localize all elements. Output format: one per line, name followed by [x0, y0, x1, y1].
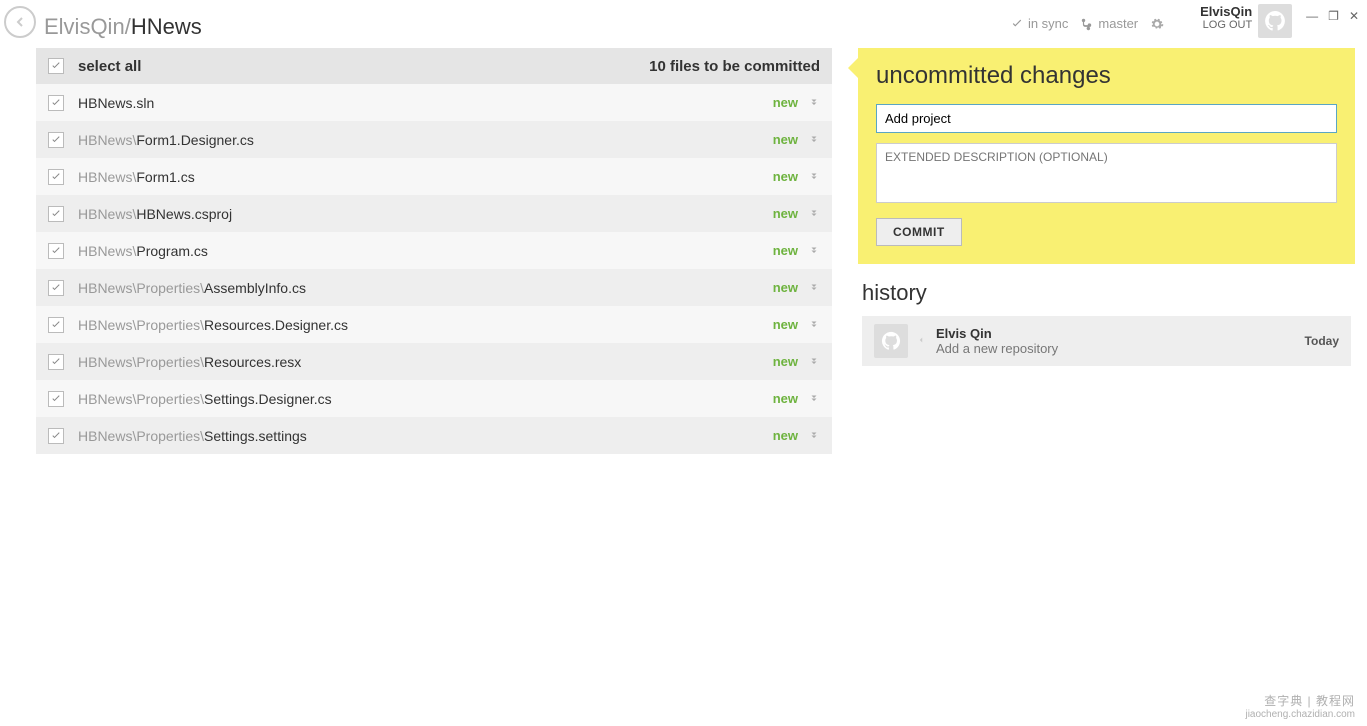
files-count: 10 files to be committed — [649, 58, 820, 75]
file-checkbox[interactable] — [48, 243, 64, 259]
chevron-down-icon[interactable] — [808, 169, 820, 185]
file-path: HBNews\HBNews.csproj — [78, 206, 232, 222]
file-row[interactable]: HBNews\Properties\Resources.resx new — [36, 343, 832, 380]
file-path: HBNews\Program.cs — [78, 243, 208, 259]
commit-description-input[interactable] — [876, 143, 1337, 203]
file-status: new — [773, 243, 798, 258]
breadcrumb-owner[interactable]: ElvisQin — [44, 14, 125, 39]
avatar — [874, 324, 908, 358]
file-row[interactable]: HBNews\Properties\Settings.settings new — [36, 417, 832, 454]
file-row[interactable]: HBNews\Properties\AssemblyInfo.cs new — [36, 269, 832, 306]
select-all-row[interactable]: select all 10 files to be committed — [36, 48, 832, 84]
file-checkbox[interactable] — [48, 206, 64, 222]
breadcrumb-repo[interactable]: HNews — [131, 14, 202, 39]
file-status: new — [773, 391, 798, 406]
commit-author: Elvis Qin — [936, 326, 1058, 341]
gear-icon[interactable] — [1150, 17, 1164, 31]
history-heading: history — [862, 280, 1351, 306]
history-item[interactable]: Elvis QinAdd a new repository Today — [862, 316, 1351, 366]
file-checkbox[interactable] — [48, 95, 64, 111]
file-checkbox[interactable] — [48, 317, 64, 333]
chevron-down-icon[interactable] — [808, 280, 820, 296]
file-path: HBNews\Form1.Designer.cs — [78, 132, 254, 148]
window-minimize-button[interactable]: — — [1306, 10, 1318, 22]
file-status: new — [773, 132, 798, 147]
file-row[interactable]: HBNews\HBNews.csproj new — [36, 195, 832, 232]
file-path: HBNews\Properties\AssemblyInfo.cs — [78, 280, 306, 296]
file-path: HBNews\Form1.cs — [78, 169, 195, 185]
file-checkbox[interactable] — [48, 391, 64, 407]
file-row[interactable]: HBNews\Properties\Resources.Designer.cs n… — [36, 306, 832, 343]
file-status: new — [773, 95, 798, 110]
arrow-left-icon — [916, 333, 926, 350]
file-row[interactable]: HBNews\Properties\Settings.Designer.cs ne… — [36, 380, 832, 417]
file-path: HBNews\Properties\Resources.Designer.cs — [78, 317, 348, 333]
select-all-checkbox[interactable] — [48, 58, 64, 74]
watermark: 查字典 | 教程网 jiaocheng.chazidian.com — [1245, 692, 1355, 720]
file-checkbox[interactable] — [48, 132, 64, 148]
chevron-down-icon[interactable] — [808, 317, 820, 333]
file-status: new — [773, 169, 798, 184]
file-status: new — [773, 428, 798, 443]
chevron-down-icon[interactable] — [808, 132, 820, 148]
window-maximize-button[interactable]: ❐ — [1328, 10, 1339, 22]
file-row[interactable]: HBNews\Form1.Designer.cs new — [36, 121, 832, 158]
file-status: new — [773, 206, 798, 221]
file-row[interactable]: HBNews\Program.cs new — [36, 232, 832, 269]
file-status: new — [773, 317, 798, 332]
file-checkbox[interactable] — [48, 354, 64, 370]
breadcrumb: ElvisQin/HNews — [44, 14, 202, 40]
window-close-button[interactable]: ✕ — [1349, 10, 1359, 22]
file-checkbox[interactable] — [48, 280, 64, 296]
file-checkbox[interactable] — [48, 169, 64, 185]
chevron-down-icon[interactable] — [808, 243, 820, 259]
commit-panel: uncommitted changes COMMIT — [858, 48, 1355, 264]
commit-heading: uncommitted changes — [876, 62, 1337, 90]
sync-status[interactable]: in sync — [1010, 16, 1068, 31]
avatar[interactable] — [1258, 4, 1292, 38]
username[interactable]: ElvisQin — [1200, 4, 1252, 19]
file-path: HBNews.sln — [78, 95, 154, 111]
file-path: HBNews\Properties\Settings.Designer.cs — [78, 391, 332, 407]
commit-message: Add a new repository — [936, 341, 1058, 356]
file-row[interactable]: HBNews\Form1.cs new — [36, 158, 832, 195]
file-row[interactable]: HBNews.sln new — [36, 84, 832, 121]
commit-button[interactable]: COMMIT — [876, 218, 962, 246]
chevron-down-icon[interactable] — [808, 354, 820, 370]
commit-summary-input[interactable] — [876, 104, 1337, 133]
logout-link[interactable]: LOG OUT — [1203, 19, 1253, 31]
chevron-down-icon[interactable] — [808, 391, 820, 407]
file-status: new — [773, 280, 798, 295]
branch-selector[interactable]: master — [1080, 16, 1138, 31]
back-button[interactable] — [4, 6, 36, 38]
select-all-label: select all — [78, 58, 141, 75]
chevron-down-icon[interactable] — [808, 206, 820, 222]
file-path: HBNews\Properties\Resources.resx — [78, 354, 301, 370]
file-path: HBNews\Properties\Settings.settings — [78, 428, 307, 444]
file-checkbox[interactable] — [48, 428, 64, 444]
chevron-down-icon[interactable] — [808, 95, 820, 111]
file-status: new — [773, 354, 798, 369]
commit-date: Today — [1305, 334, 1339, 348]
chevron-down-icon[interactable] — [808, 428, 820, 444]
